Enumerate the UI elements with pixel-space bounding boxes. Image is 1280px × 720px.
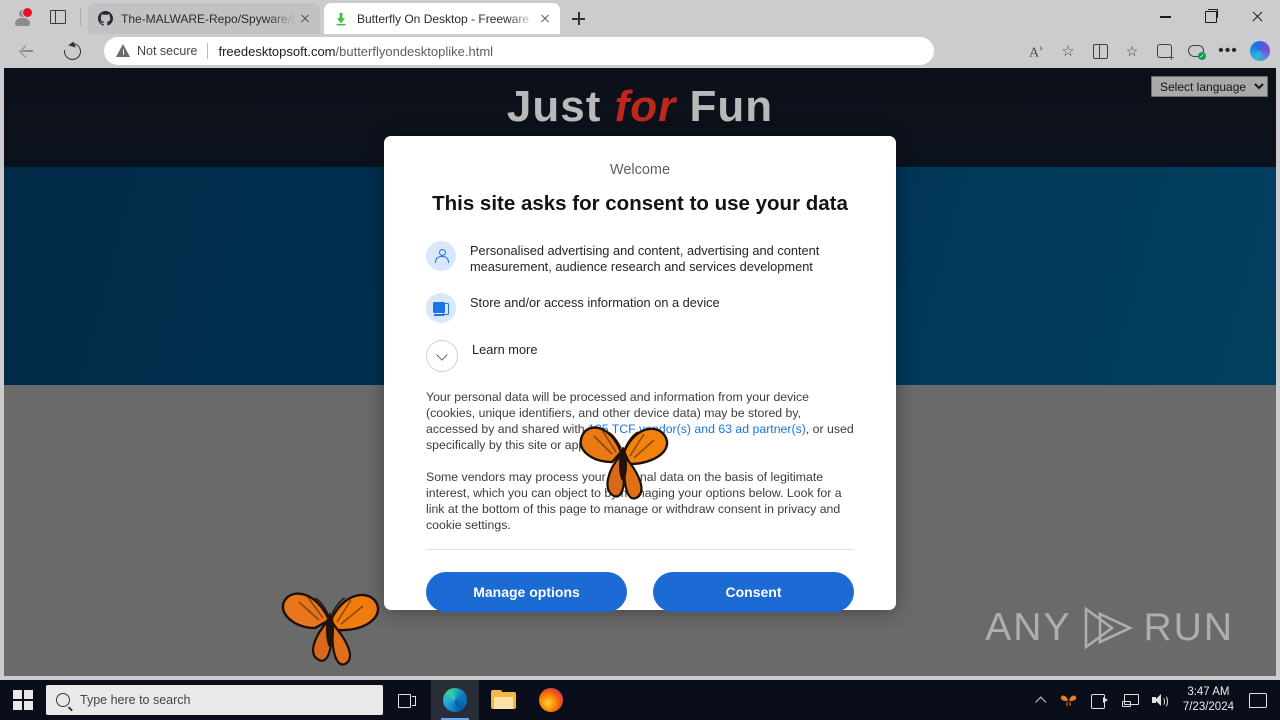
- back-button[interactable]: [12, 37, 40, 65]
- watermark-text-left: ANY: [985, 606, 1072, 649]
- refresh-button[interactable]: [58, 37, 86, 65]
- tab-malware-repo[interactable]: The-MALWARE-Repo/Spyware/b: [88, 3, 320, 34]
- purpose-label: Personalised advertising and content, ad…: [470, 243, 820, 275]
- purpose-label: Store and/or access information on a dev…: [470, 294, 720, 310]
- taskbar-app-edge[interactable]: [431, 680, 479, 720]
- toolbar-right-icons: A› ☆ ☆ ✓ •••: [1020, 37, 1276, 65]
- taskbar: Type here to search 3:47 AM 7/23/2024: [0, 680, 1280, 720]
- action-center-button[interactable]: [1242, 680, 1274, 720]
- tab-title: Butterfly On Desktop - Freeware: [357, 11, 530, 26]
- action-center-icon: [1249, 692, 1267, 708]
- browser-essentials-icon[interactable]: ✓: [1180, 37, 1212, 65]
- page-title: Just for Fun: [506, 82, 774, 131]
- not-secure-warning-icon: [116, 44, 131, 58]
- taskbar-app-firefox[interactable]: [527, 680, 575, 720]
- person-icon: [426, 241, 456, 271]
- consent-purposes-list: Personalised advertising and content, ad…: [384, 241, 896, 372]
- consent-dialog: Welcome This site asks for consent to us…: [384, 136, 896, 612]
- close-icon[interactable]: [536, 10, 554, 28]
- tab-strip: The-MALWARE-Repo/Spyware/b Butterfly On …: [0, 0, 1280, 34]
- tab-search-icon[interactable]: [46, 6, 70, 28]
- clock[interactable]: 3:47 AM 7/23/2024: [1175, 685, 1242, 715]
- profile-button[interactable]: [8, 5, 36, 29]
- maximize-button[interactable]: [1188, 0, 1234, 34]
- taskbar-app-file-explorer[interactable]: [479, 680, 527, 720]
- divider: [207, 43, 209, 59]
- file-explorer-taskbar-icon: [490, 690, 516, 710]
- chevron-down-icon[interactable]: [426, 339, 458, 372]
- search-input[interactable]: Type here to search: [46, 685, 383, 715]
- security-label: Not secure: [137, 44, 198, 58]
- task-view-icon: [398, 693, 416, 708]
- anyrun-watermark: ANY RUN: [985, 605, 1234, 651]
- read-aloud-icon[interactable]: A›: [1020, 37, 1052, 65]
- search-placeholder: Type here to search: [80, 693, 191, 707]
- window-controls: [1142, 0, 1280, 34]
- settings-ellipsis-icon[interactable]: •••: [1212, 37, 1244, 65]
- clock-date: 7/23/2024: [1182, 701, 1234, 713]
- address-bar[interactable]: Not secure freedesktopsoft.com/butterfly…: [104, 37, 934, 65]
- volume-icon[interactable]: [1145, 680, 1175, 720]
- edge-taskbar-icon: [443, 688, 467, 712]
- start-button[interactable]: [0, 680, 46, 720]
- download-arrow-icon: [333, 11, 349, 27]
- url-text: freedesktopsoft.com/butterflyondesktopli…: [218, 43, 494, 59]
- clock-time: 3:47 AM: [1187, 685, 1230, 698]
- watermark-text-right: RUN: [1143, 606, 1234, 649]
- minimize-button[interactable]: [1142, 0, 1188, 34]
- notification-dot-icon: [21, 6, 33, 18]
- close-window-button[interactable]: [1234, 0, 1280, 34]
- dialog-actions: Manage options Consent: [384, 550, 896, 612]
- manage-options-button[interactable]: Manage options: [426, 571, 627, 612]
- firefox-taskbar-icon: [539, 688, 563, 712]
- tab-butterfly-on-desktop[interactable]: Butterfly On Desktop - Freeware: [324, 3, 560, 34]
- network-icon[interactable]: [1115, 680, 1145, 720]
- new-tab-button[interactable]: [566, 7, 592, 31]
- task-view-button[interactable]: [383, 680, 431, 720]
- split-screen-icon[interactable]: [1084, 37, 1116, 65]
- show-hidden-icons-button[interactable]: [1030, 680, 1053, 720]
- search-icon: [56, 693, 70, 707]
- butterfly-overlay-lower: [271, 574, 391, 674]
- language-select[interactable]: Select language: [1151, 76, 1268, 97]
- dialog-welcome: Welcome: [609, 162, 671, 178]
- close-icon[interactable]: [296, 10, 314, 28]
- windows-start-icon: [13, 690, 33, 710]
- butterfly-overlay-upper: [566, 412, 681, 509]
- github-icon: [97, 11, 113, 27]
- camera-icon[interactable]: [1084, 680, 1115, 720]
- learn-more-label: Learn more: [472, 341, 538, 357]
- copilot-icon[interactable]: [1244, 37, 1276, 65]
- tab-title: The-MALWARE-Repo/Spyware/b: [121, 11, 296, 26]
- system-tray: 3:47 AM 7/23/2024: [1030, 680, 1280, 720]
- dialog-title: This site asks for consent to use your d…: [432, 192, 848, 215]
- butterfly-tray-icon[interactable]: [1053, 680, 1084, 720]
- screen: The-MALWARE-Repo/Spyware/b Butterfly On …: [0, 0, 1280, 720]
- consent-button[interactable]: Consent: [653, 571, 854, 612]
- device-icon: [426, 292, 456, 323]
- favorite-star-icon[interactable]: ☆: [1052, 37, 1084, 65]
- tab-group-icon[interactable]: [1148, 37, 1180, 65]
- purpose-store-access-device: Store and/or access information on a dev…: [426, 292, 854, 323]
- chevron-up-icon: [1037, 696, 1046, 705]
- anyrun-logo-icon: [1078, 605, 1138, 651]
- learn-more-row[interactable]: Learn more: [426, 339, 854, 372]
- browser-toolbar: Not secure freedesktopsoft.com/butterfly…: [0, 34, 1280, 68]
- avatar: [14, 6, 33, 26]
- divider: [80, 8, 81, 26]
- collections-icon[interactable]: ☆: [1116, 37, 1148, 65]
- purpose-personalised-advertising: Personalised advertising and content, ad…: [426, 241, 854, 276]
